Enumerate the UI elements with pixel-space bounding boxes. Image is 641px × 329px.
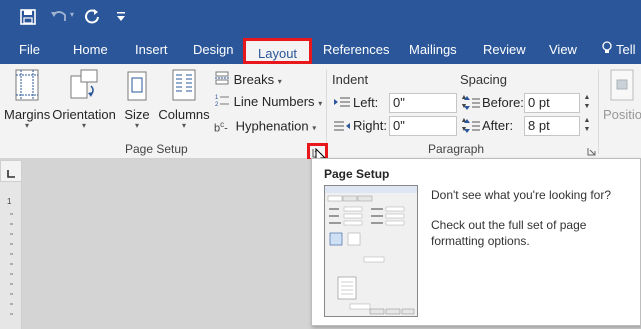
tab-mailings[interactable]: Mailings bbox=[409, 35, 457, 64]
chevron-down-icon: ▾ bbox=[134, 121, 139, 130]
spacing-before-label: Before: bbox=[482, 95, 524, 110]
position-button[interactable]: Positio bbox=[603, 68, 641, 122]
indent-right-label: Right: bbox=[353, 118, 387, 133]
ribbon-tabs: File Home Insert Design Layout Reference… bbox=[0, 35, 641, 64]
chevron-down-icon: ▾ bbox=[318, 99, 323, 108]
spacing-after-spinner[interactable]: ▲ ▼ bbox=[582, 116, 592, 136]
line-numbers-button[interactable]: 12 Line Numbers ▾ bbox=[214, 92, 322, 112]
breaks-button[interactable]: Breaks ▾ bbox=[214, 70, 282, 90]
indent-left-input[interactable]: 0" bbox=[389, 93, 457, 113]
tell-me-box[interactable]: Tell bbox=[602, 35, 636, 64]
customize-qat-icon[interactable] bbox=[116, 9, 126, 26]
orientation-label: Orientation bbox=[52, 107, 116, 122]
chevron-down-icon: ▾ bbox=[277, 77, 282, 86]
tab-design[interactable]: Design bbox=[193, 35, 233, 64]
tell-me-label: Tell bbox=[616, 42, 636, 57]
margins-icon bbox=[12, 69, 42, 105]
tooltip-line-1: Don't see what you're looking for? bbox=[431, 188, 612, 202]
margins-button[interactable]: Margins ▾ bbox=[4, 68, 50, 130]
chevron-down-icon: ▾ bbox=[24, 121, 29, 130]
spacing-after-input[interactable]: 8 pt bbox=[524, 116, 580, 136]
tooltip-title: Page Setup bbox=[324, 167, 390, 181]
size-icon bbox=[124, 71, 150, 105]
lightbulb-icon bbox=[602, 36, 612, 65]
save-icon[interactable] bbox=[20, 9, 36, 28]
page-setup-dialog-preview bbox=[324, 185, 418, 317]
columns-button[interactable]: Columns ▾ bbox=[157, 68, 211, 130]
chevron-down-icon: ▾ bbox=[312, 123, 317, 133]
breaks-label: Breaks bbox=[233, 72, 275, 87]
indent-left-icon bbox=[333, 96, 351, 113]
page-setup-tooltip: Page Setup Don't see what you're looking… bbox=[311, 158, 641, 326]
vertical-ruler: 1 bbox=[0, 182, 22, 329]
orientation-button[interactable]: Orientation ▾ bbox=[52, 68, 116, 130]
line-numbers-label: Line Numbers bbox=[233, 94, 315, 109]
tooltip-line-2: Check out the full set of page formattin… bbox=[431, 218, 587, 248]
paragraph-dialog-launcher-icon[interactable] bbox=[587, 145, 596, 159]
orientation-icon bbox=[67, 69, 101, 105]
tab-insert[interactable]: Insert bbox=[135, 35, 168, 64]
spacing-before-spinner[interactable]: ▲ ▼ bbox=[582, 93, 592, 113]
tab-review[interactable]: Review bbox=[483, 35, 526, 64]
hyphenation-icon: bc- bbox=[214, 120, 228, 135]
group-divider bbox=[598, 70, 599, 154]
tab-home[interactable]: Home bbox=[73, 35, 108, 64]
line-numbers-icon: 12 bbox=[214, 93, 230, 113]
paragraph-group-label: Paragraph bbox=[428, 142, 485, 156]
size-label: Size bbox=[124, 107, 150, 122]
repeat-icon[interactable] bbox=[84, 8, 100, 27]
indent-right-icon bbox=[333, 120, 351, 137]
left-tab-stop-icon bbox=[7, 167, 15, 181]
size-button[interactable]: Size ▾ bbox=[121, 68, 153, 130]
group-divider bbox=[326, 70, 327, 154]
columns-label: Columns bbox=[158, 107, 210, 122]
columns-icon bbox=[169, 69, 199, 105]
undo-icon[interactable] bbox=[50, 8, 68, 27]
spacing-heading: Spacing bbox=[460, 72, 507, 87]
svg-text:1: 1 bbox=[7, 197, 12, 206]
svg-text:2: 2 bbox=[215, 102, 219, 107]
spacing-before-input[interactable]: 0 pt bbox=[524, 93, 580, 113]
spacing-after-label: After: bbox=[482, 118, 514, 133]
chevron-down-icon: ▾ bbox=[81, 121, 86, 130]
spacing-before-icon bbox=[464, 95, 480, 114]
tab-references[interactable]: References bbox=[323, 35, 389, 64]
chevron-down-icon: ▾ bbox=[181, 121, 186, 130]
hyphenation-label: Hyphenation bbox=[235, 118, 309, 134]
position-label: Positio bbox=[603, 107, 641, 122]
spacing-after-icon bbox=[464, 118, 480, 137]
indent-heading: Indent bbox=[332, 72, 369, 87]
indent-left-label: Left: bbox=[353, 95, 379, 110]
hyphenation-button[interactable]: bc- Hyphenation ▾ bbox=[214, 115, 316, 135]
position-icon bbox=[609, 68, 635, 105]
breaks-icon bbox=[214, 71, 230, 91]
undo-dropdown-icon[interactable]: ▾ bbox=[70, 10, 74, 19]
tab-file[interactable]: File bbox=[19, 35, 40, 64]
tab-view[interactable]: View bbox=[549, 35, 577, 64]
page-setup-group-label: Page Setup bbox=[125, 142, 188, 156]
svg-text:1: 1 bbox=[215, 95, 219, 101]
quick-access-toolbar: ▾ bbox=[0, 0, 641, 35]
margins-label: Margins bbox=[4, 107, 51, 122]
tab-selector[interactable] bbox=[0, 160, 22, 182]
tab-layout[interactable]: Layout bbox=[243, 38, 313, 64]
indent-right-input[interactable]: 0" bbox=[389, 116, 457, 136]
